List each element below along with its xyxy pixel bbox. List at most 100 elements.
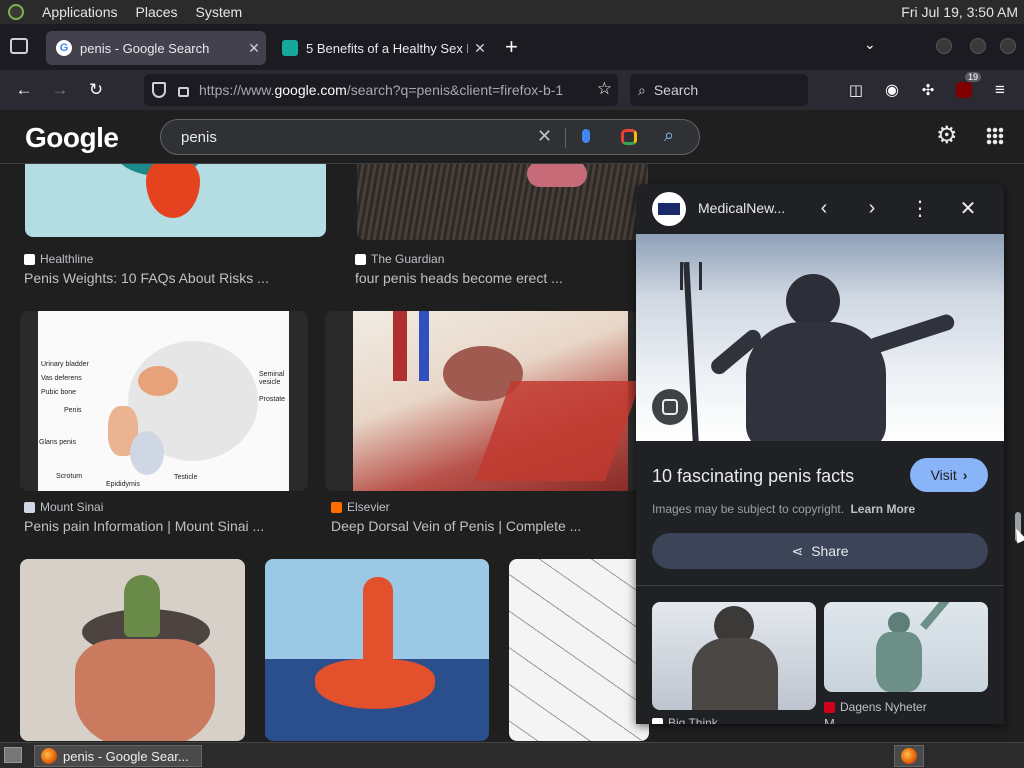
show-desktop-icon[interactable] (4, 747, 22, 763)
divider (565, 128, 566, 148)
result-image[interactable] (25, 164, 326, 237)
system-top-bar: Applications Places System Fri Jul 19, 3… (0, 0, 1024, 24)
navigation-bar: ← → ↻ https://www.google.com/search?q=pe… (0, 70, 1024, 110)
ublock-icon[interactable]: 19 (951, 72, 981, 103)
healthline-favicon-icon (24, 253, 35, 265)
medical-favicon-icon (282, 40, 298, 56)
search-icon[interactable]: ⌕ (664, 125, 674, 146)
browser-search-box[interactable]: ⌕ Search (630, 74, 808, 106)
bookmark-star-icon[interactable]: ☆ (597, 79, 612, 99)
result-caption[interactable]: Deep Dorsal Vein of Penis | Complete ... (331, 518, 581, 534)
firefox-launcher-icon[interactable] (894, 745, 924, 767)
result-image[interactable] (265, 559, 489, 741)
related-source[interactable]: Dagens Nyheter (824, 700, 927, 714)
guardian-favicon-icon (355, 253, 366, 265)
preview-title[interactable]: 10 fascinating penis facts (652, 466, 854, 487)
elsevier-favicon-icon (331, 501, 342, 513)
close-tab-icon[interactable]: ✕ (242, 40, 266, 57)
share-button[interactable]: ⋖ Share (652, 533, 988, 569)
copyright-notice: Images may be subject to copyright. Lear… (652, 502, 916, 516)
forward-arrow-icon[interactable]: → (47, 77, 73, 103)
tab-overview-icon[interactable] (10, 38, 28, 54)
related-image[interactable] (824, 602, 988, 692)
anatomy-diagram: Urinary bladder Vas deferens Pubic bone … (38, 311, 289, 491)
result-source[interactable]: Elsevier (331, 500, 390, 514)
tab-google-search[interactable]: G penis - Google Search ✕ (46, 31, 266, 65)
site-favicon-icon[interactable] (652, 192, 686, 226)
firefox-icon (41, 748, 57, 764)
result-source[interactable]: Healthline (24, 252, 93, 266)
google-apps-grid-icon[interactable] (986, 127, 1004, 145)
divider (636, 585, 1004, 586)
result-source[interactable]: The Guardian (355, 252, 444, 266)
google-logo[interactable]: Google (25, 122, 119, 154)
related-caption[interactable]: M... (824, 716, 846, 724)
maximize-window-icon[interactable] (970, 38, 986, 54)
hamburger-menu-icon[interactable]: ≡ (987, 77, 1013, 103)
vein-illustration (353, 311, 638, 491)
result-image[interactable] (20, 559, 245, 741)
tab-healthy-sex[interactable]: 5 Benefits of a Healthy Sex L ✕ (272, 31, 492, 65)
system-logo-icon[interactable] (8, 4, 24, 20)
site-name[interactable]: MedicalNew... (698, 200, 785, 216)
places-menu[interactable]: Places (136, 4, 178, 20)
related-source[interactable]: Big Think (652, 716, 718, 724)
learn-more-link[interactable]: Learn More (850, 502, 915, 516)
back-arrow-icon[interactable]: ← (11, 77, 37, 103)
previous-chevron-icon[interactable]: ‹ (812, 196, 836, 220)
related-image[interactable] (652, 602, 816, 710)
minimize-window-icon[interactable] (936, 38, 952, 54)
shield-icon[interactable] (152, 82, 166, 98)
taskbar: penis - Google Sear... (0, 742, 1024, 768)
lock-icon[interactable] (178, 87, 189, 97)
google-search-input[interactable]: penis ✕ ⌕ (160, 119, 700, 155)
result-caption[interactable]: Penis pain Information | Mount Sinai ... (24, 518, 264, 534)
system-menu[interactable]: System (196, 4, 243, 20)
chevron-right-icon: › (962, 467, 968, 483)
search-icon: ⌕ (638, 81, 646, 98)
taskbar-window-firefox[interactable]: penis - Google Sear... (34, 745, 202, 767)
result-image[interactable] (357, 164, 648, 240)
url-text[interactable]: https://www.google.com/search?q=penis&cl… (199, 82, 575, 98)
close-window-icon[interactable] (1000, 38, 1016, 54)
pocket-icon[interactable]: ◫ (843, 77, 869, 103)
result-image[interactable] (325, 311, 638, 491)
google-header: Google penis ✕ ⌕ ⚙ (0, 110, 1024, 164)
extension-badge: 19 (964, 72, 981, 82)
tab-title: penis - Google Search (80, 40, 210, 56)
mount-sinai-favicon-icon (24, 501, 35, 513)
tab-title: 5 Benefits of a Healthy Sex L (306, 40, 468, 56)
settings-gear-icon[interactable]: ⚙ (936, 121, 958, 150)
applications-menu[interactable]: Applications (42, 4, 118, 20)
result-caption[interactable]: four penis heads become erect ... (355, 270, 563, 286)
voice-search-icon[interactable] (582, 129, 590, 143)
result-caption[interactable]: Penis Weights: 10 FAQs About Risks ... (24, 270, 269, 286)
clock[interactable]: Fri Jul 19, 3:50 AM (901, 4, 1018, 20)
more-options-icon[interactable]: ⋮ (908, 196, 932, 220)
share-icon: ⋖ (791, 542, 804, 559)
new-tab-icon[interactable]: + (505, 34, 518, 60)
clear-search-icon[interactable]: ✕ (537, 126, 552, 147)
list-tabs-chevron-icon[interactable]: ⌄ (864, 36, 876, 53)
page-scrollbar[interactable] (1012, 164, 1024, 742)
google-favicon-icon: G (56, 40, 72, 56)
preview-image[interactable] (636, 234, 1004, 441)
search-query[interactable]: penis (181, 129, 217, 146)
result-image[interactable] (509, 559, 649, 741)
dn-favicon-icon (824, 701, 835, 713)
bigthink-favicon-icon (652, 717, 663, 724)
next-chevron-icon[interactable]: › (860, 196, 884, 220)
close-tab-icon[interactable]: ✕ (468, 40, 492, 57)
extensions-puzzle-icon[interactable]: ✣ (915, 77, 941, 103)
account-icon[interactable]: ◉ (879, 77, 905, 103)
lens-search-icon[interactable] (652, 389, 688, 425)
image-preview-panel: MedicalNew... ‹ › ⋮ ✕ 10 fascinating pen… (636, 184, 1004, 724)
result-image[interactable]: Urinary bladder Vas deferens Pubic bone … (20, 311, 308, 491)
tab-strip: G penis - Google Search ✕ 5 Benefits of … (0, 24, 1024, 70)
visit-button[interactable]: Visit › (910, 458, 988, 492)
close-panel-icon[interactable]: ✕ (956, 196, 980, 220)
result-source[interactable]: Mount Sinai (24, 500, 103, 514)
lens-search-icon[interactable] (621, 129, 637, 145)
reload-icon[interactable]: ↻ (83, 77, 109, 103)
url-bar[interactable]: https://www.google.com/search?q=penis&cl… (144, 74, 618, 106)
